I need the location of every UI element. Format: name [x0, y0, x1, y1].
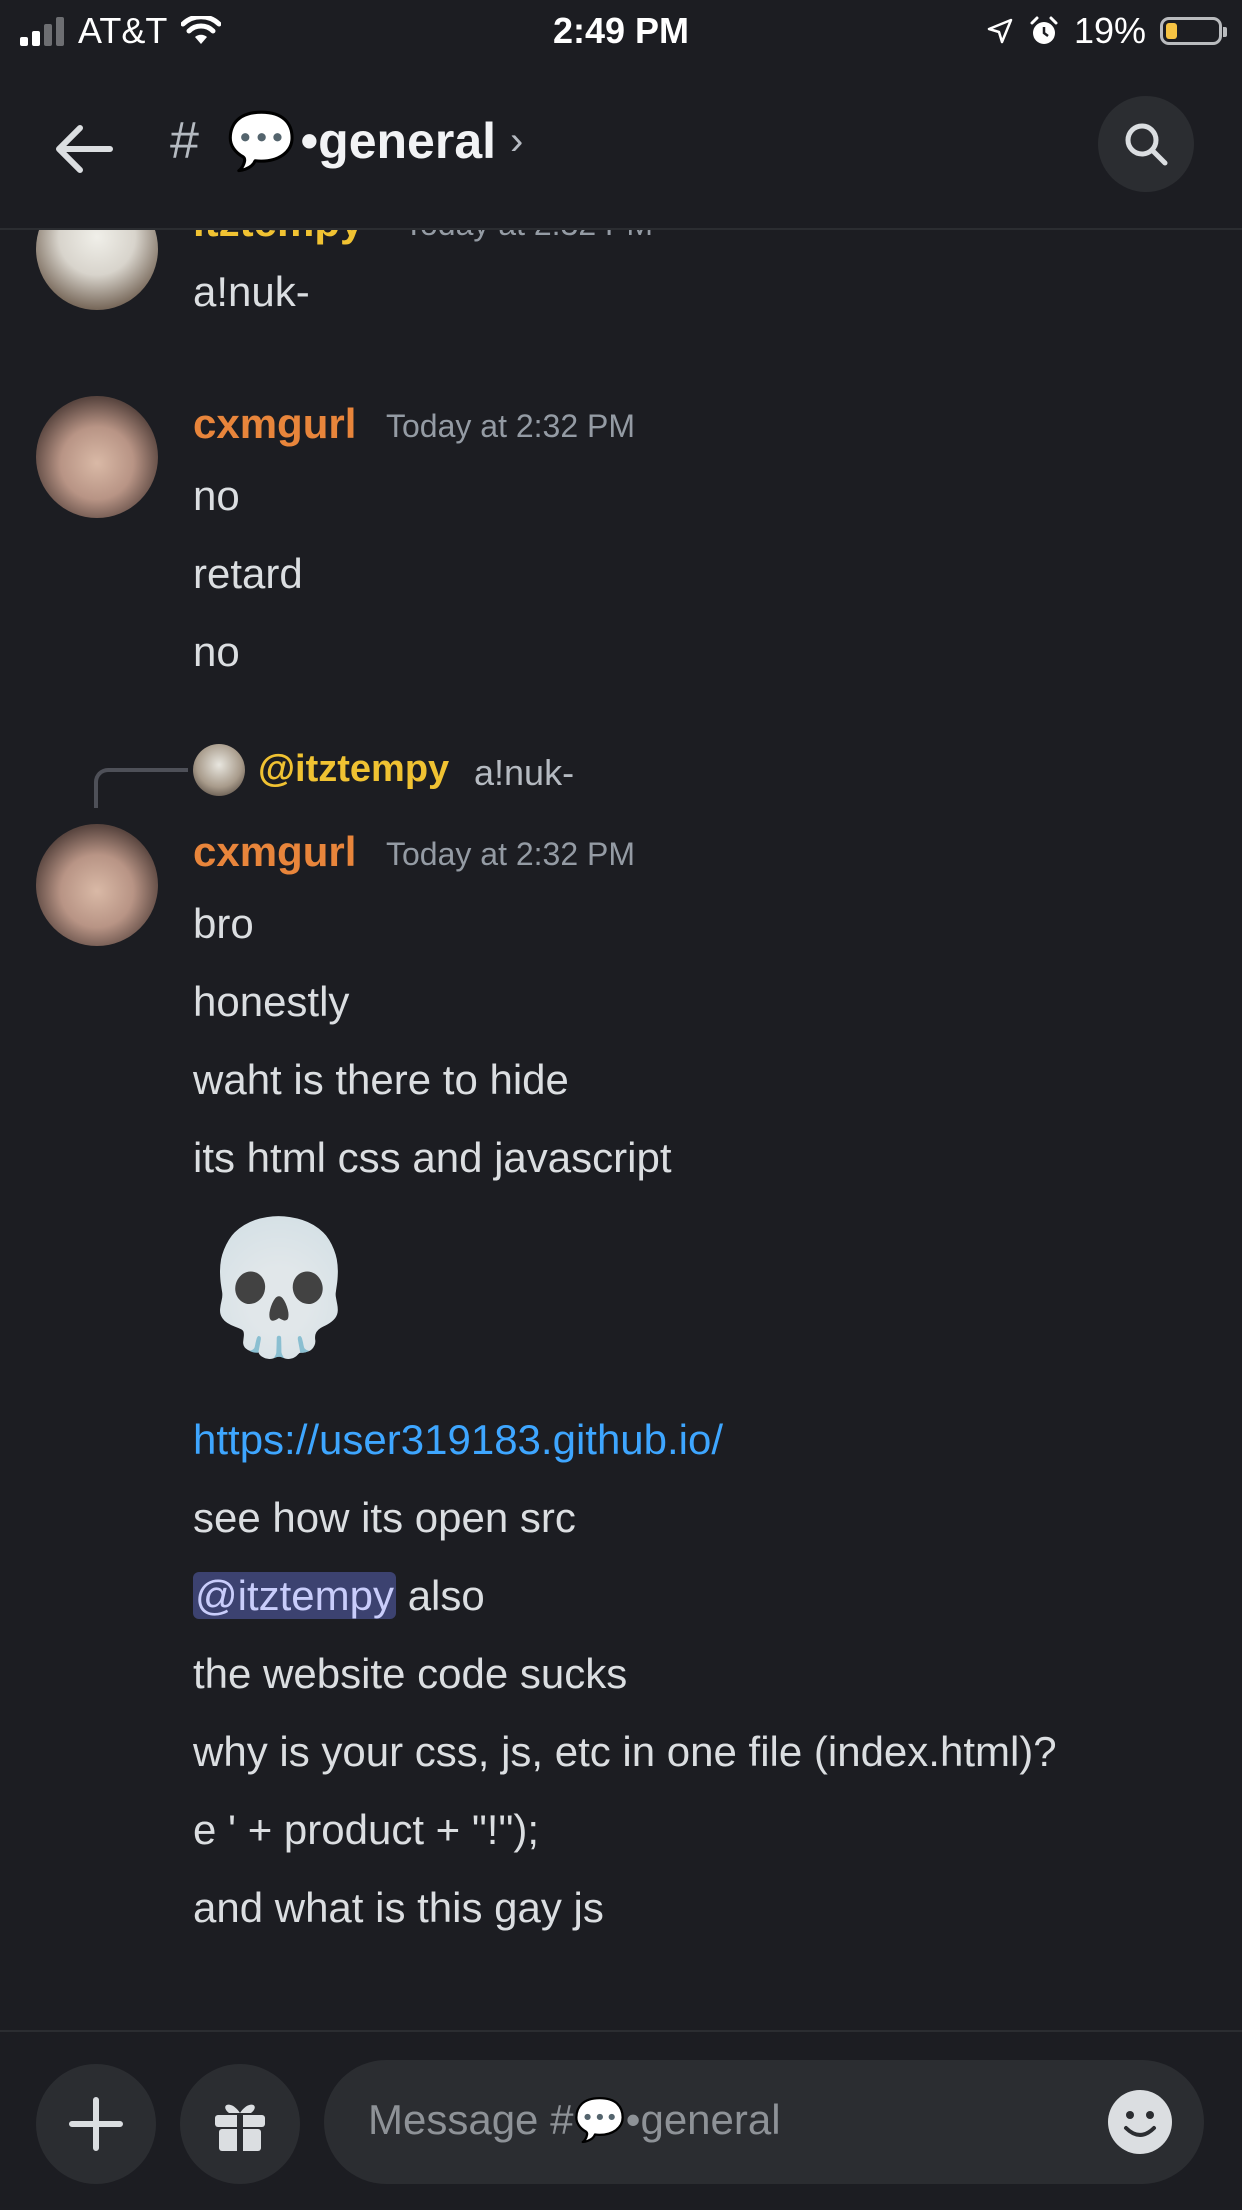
message-author[interactable]: cxmgurl [193, 828, 356, 876]
hash-icon: # [170, 112, 199, 170]
message-list[interactable]: itztempy Today at 2:32 PM a!nuk- cxmgurl… [0, 0, 1242, 2030]
speech-bubble-emoji: 💬 [573, 2096, 626, 2143]
message-line: and what is this gay js [193, 1884, 604, 1931]
reply-author[interactable]: @itztempy [258, 748, 449, 791]
message-line: no [193, 472, 240, 519]
avatar[interactable] [36, 396, 158, 518]
message-timestamp: Today at 2:32 PM [386, 408, 636, 444]
user-mention[interactable]: @itztempy [193, 1572, 397, 1619]
avatar[interactable] [36, 824, 158, 946]
message-line: e ' + product + "!"); [193, 1806, 540, 1853]
emoji-picker-icon[interactable] [1106, 2088, 1174, 2156]
gift-button[interactable] [180, 2064, 300, 2184]
message-line: see how its open src [193, 1494, 576, 1541]
message-text: also [407, 1572, 485, 1619]
message-line: no [193, 628, 240, 675]
message-line: its html css and javascript [193, 1134, 672, 1181]
speech-bubble-emoji: 💬 [226, 109, 297, 172]
reply-connector [94, 768, 188, 808]
message-placeholder: Message #💬•general [368, 2096, 781, 2145]
search-icon [1125, 123, 1168, 166]
message-link[interactable]: https://user319183.github.io/ [193, 1416, 723, 1464]
message-line: honestly [193, 978, 350, 1025]
message-line: the website code sucks [193, 1650, 628, 1697]
reply-avatar [193, 744, 245, 796]
placeholder-prefix: Message # [368, 2096, 574, 2143]
channel-header: # 💬 •general › [0, 64, 1242, 230]
message-line: @itztempy also [193, 1572, 485, 1620]
message-composer: Message #💬•general [0, 2030, 1242, 2210]
reply-excerpt[interactable]: a!nuk- [474, 752, 574, 794]
message-input[interactable]: Message #💬•general [324, 2060, 1204, 2184]
search-button[interactable] [1098, 96, 1194, 192]
skull-emoji: 💀 [198, 1214, 360, 1360]
message-line: retard [193, 550, 303, 597]
chevron-right-icon: › [510, 118, 524, 163]
message-line: bro [193, 900, 254, 947]
back-arrow-icon[interactable] [50, 114, 120, 184]
plus-icon [69, 2097, 123, 2151]
gift-icon [215, 2104, 265, 2151]
message-timestamp: Today at 2:32 PM [386, 836, 636, 872]
placeholder-channel: •general [625, 2096, 781, 2143]
message-author[interactable]: cxmgurl [193, 400, 356, 448]
message-line: a!nuk- [193, 268, 310, 315]
attach-button[interactable] [36, 2064, 156, 2184]
channel-name: •general [300, 113, 497, 169]
message-line: why is your css, js, etc in one file (in… [193, 1728, 1057, 1775]
channel-title[interactable]: # 💬 •general › [170, 108, 523, 174]
message-line: waht is there to hide [193, 1056, 569, 1103]
